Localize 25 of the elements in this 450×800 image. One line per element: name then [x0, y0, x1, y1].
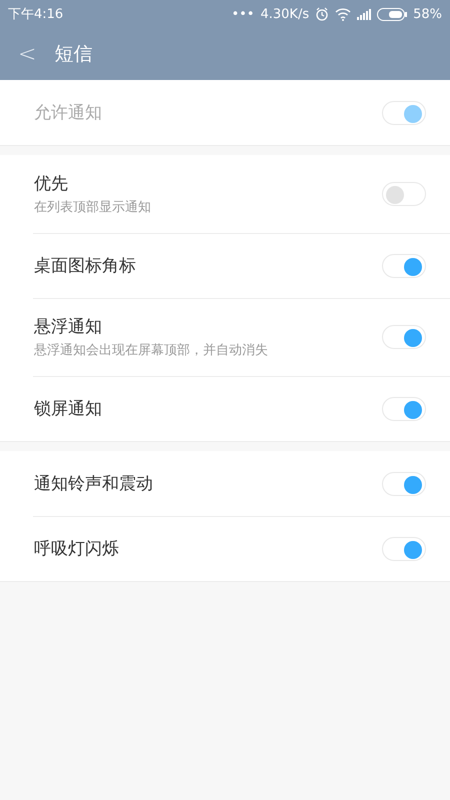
setting-label: 优先	[34, 173, 69, 195]
toggle-switch[interactable]	[382, 396, 426, 420]
setting-description: 在列表顶部显示通知	[34, 199, 152, 216]
battery-icon	[377, 8, 408, 20]
setting-label: 呼吸灯闪烁	[34, 538, 120, 560]
network-speed: 4.30K/s	[260, 6, 310, 22]
page-title: 短信	[54, 42, 92, 67]
status-time: 下午4:16	[8, 6, 64, 23]
toggle-switch[interactable]	[382, 472, 426, 496]
signal-icon	[357, 8, 372, 20]
battery-percent: 58%	[413, 6, 442, 22]
setting-label: 悬浮通知	[34, 316, 103, 338]
setting-description: 悬浮通知会出现在屏幕顶部，并自动消失	[34, 342, 269, 359]
toggle-switch[interactable]	[382, 325, 426, 349]
back-button[interactable]: <	[18, 42, 36, 66]
alarm-icon	[315, 7, 330, 21]
setting-label: 通知铃声和震动	[34, 473, 154, 495]
setting-label: 桌面图标角标	[34, 255, 137, 277]
setting-label: 允许通知	[34, 102, 103, 124]
more-dots: •••	[231, 6, 254, 22]
wifi-icon	[335, 8, 352, 20]
toggle-switch[interactable]	[382, 536, 426, 560]
toggle-switch[interactable]	[382, 182, 426, 206]
setting-label: 锁屏通知	[34, 398, 103, 420]
toggle-switch[interactable]	[382, 254, 426, 278]
